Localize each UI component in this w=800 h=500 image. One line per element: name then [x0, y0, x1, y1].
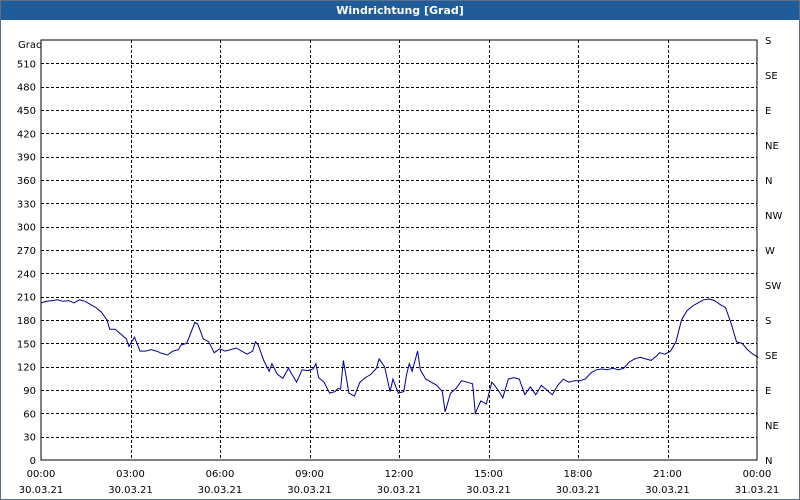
y-tick-label: 150 — [17, 339, 36, 350]
y-tick-label: 300 — [17, 223, 36, 234]
y-tick-label: 450 — [17, 106, 36, 117]
y2-tick-label: NE — [765, 141, 779, 152]
y2-tick-label: N — [765, 456, 772, 467]
x-tick-date-label: 30.03.21 — [287, 485, 332, 496]
y2-tick-label: SE — [765, 351, 778, 362]
x-tick-date-label: 30.03.21 — [645, 485, 690, 496]
y-tick-label: 210 — [17, 293, 36, 304]
y-tick-label: 120 — [17, 363, 36, 374]
wind-direction-chart: 0 30 60 90 120 150 180 210 240 270 300 330 360 390 420… — [17, 36, 783, 496]
y-tick-label: 270 — [17, 246, 36, 257]
y-tick-label: 360 — [17, 176, 36, 187]
y2-tick-label: N — [765, 176, 772, 187]
y-tick-label: 510 — [17, 59, 36, 70]
y-tick-label: 30 — [23, 433, 36, 444]
y-tick-label: 90 — [23, 386, 36, 397]
x-axis-ticks: 00:00 30.03.21 03:00 30.03.21 06:00 30.03.21 0… — [19, 469, 780, 496]
y-tick-label: 330 — [17, 199, 36, 210]
y2-tick-label: SE — [765, 71, 778, 82]
x-tick-date-label: 30.03.21 — [377, 485, 422, 496]
y2-tick-label: S — [765, 316, 771, 327]
x-tick-date-label: 30.03.21 — [19, 485, 64, 496]
y-tick-label: 480 — [17, 83, 36, 94]
x-tick-date-label: 30.03.21 — [556, 485, 601, 496]
x-tick-time-label: 12:00 — [385, 469, 414, 480]
y2-tick-label: S — [765, 36, 771, 47]
y2-tick-label: W — [765, 246, 775, 257]
x-tick-date-label: 31.03.21 — [735, 485, 780, 496]
y2-tick-label: E — [765, 386, 771, 397]
y-axis-ticks: 0 30 60 90 120 150 180 210 240 270 300 330 360 390 420… — [17, 59, 36, 467]
x-tick-time-label: 00:00 — [27, 469, 56, 480]
grid-lines — [41, 40, 757, 460]
y-tick-label: 180 — [17, 316, 36, 327]
y2-tick-label: E — [765, 106, 771, 117]
y2-tick-label: NE — [765, 421, 779, 432]
x-tick-time-label: 09:00 — [295, 469, 324, 480]
y-tick-label: 60 — [23, 409, 36, 420]
x-tick-time-label: 18:00 — [564, 469, 593, 480]
x-tick-time-label: 00:00 — [743, 469, 772, 480]
y2-tick-label: SW — [765, 281, 781, 292]
x-tick-time-label: 15:00 — [474, 469, 503, 480]
y-tick-label: 240 — [17, 269, 36, 280]
x-tick-time-label: 06:00 — [206, 469, 235, 480]
x-tick-time-label: 03:00 — [116, 469, 145, 480]
y2-axis-ticks: N NE E SE S SW W NW N NE E SE S — [765, 36, 782, 467]
y2-tick-label: NW — [765, 211, 782, 222]
y-tick-label: 390 — [17, 153, 36, 164]
x-tick-date-label: 30.03.21 — [466, 485, 511, 496]
x-tick-date-label: 30.03.21 — [108, 485, 153, 496]
y-axis-label: Grad — [18, 40, 42, 51]
x-tick-time-label: 21:00 — [653, 469, 682, 480]
y-tick-label: 420 — [17, 129, 36, 140]
y-tick-label: 0 — [30, 456, 36, 467]
x-tick-date-label: 30.03.21 — [198, 485, 243, 496]
